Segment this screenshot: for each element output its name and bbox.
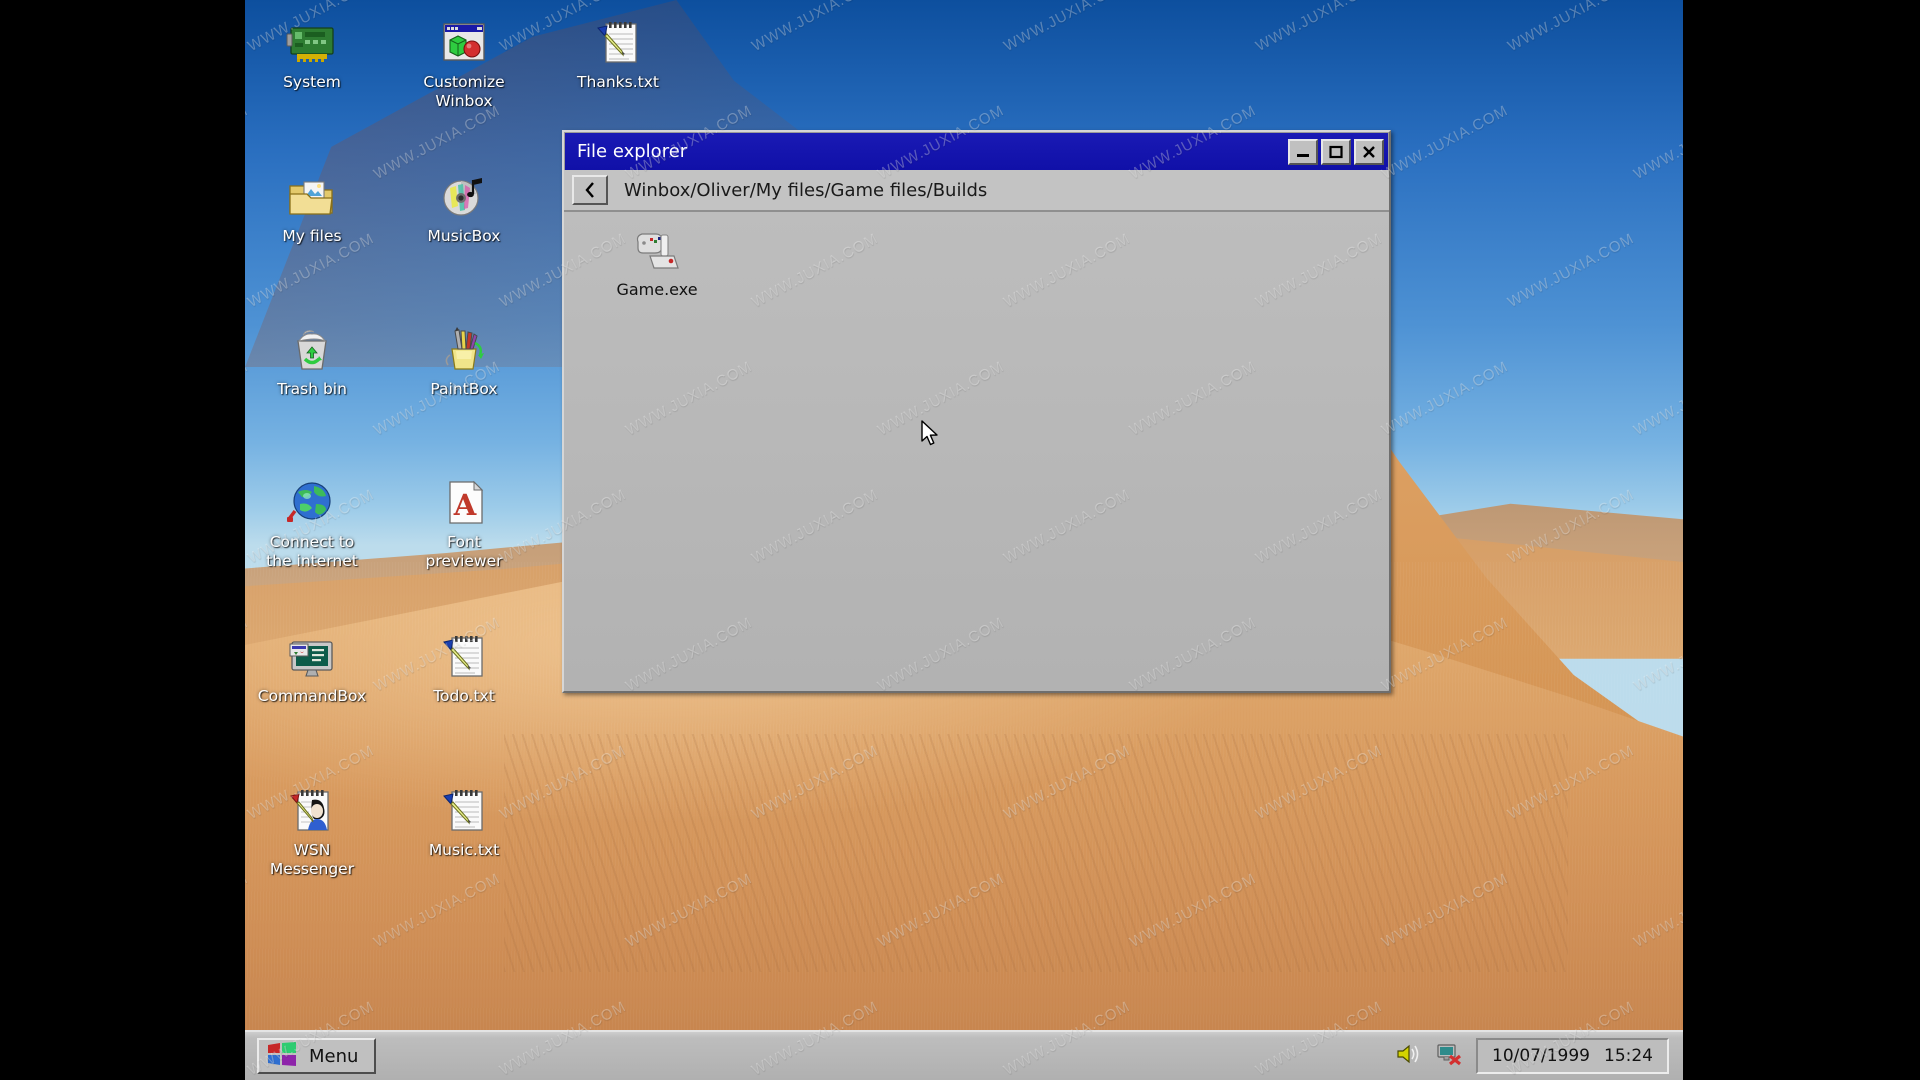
file-item-label: Game.exe [616, 280, 698, 299]
circuit-board-icon [286, 18, 338, 68]
notepad-pen-icon [438, 786, 490, 836]
desktop-icon-paintbox[interactable]: PaintBox [405, 325, 523, 399]
taskbar: Menu 10/07/1999 15:24 [245, 1030, 1683, 1080]
terminal-monitor-icon [286, 632, 338, 682]
file-explorer-window[interactable]: File explorer Winbox/Oliver/My files/Gam… [562, 130, 1391, 693]
file-explorer-content[interactable]: Game.exe [564, 212, 1389, 691]
recycle-bin-icon [286, 325, 338, 375]
paint-cup-icon [438, 325, 490, 375]
desktop-icon-trash-bin[interactable]: Trash bin [253, 325, 371, 399]
desktop-icon-musicbox[interactable]: MusicBox [405, 172, 523, 246]
start-menu-button[interactable]: Menu [257, 1038, 377, 1074]
desktop-icon-label: My files [282, 227, 342, 245]
globe-plug-icon [286, 478, 338, 528]
desktop-icon-label: CommandBox [257, 687, 367, 705]
back-button[interactable] [572, 175, 608, 205]
desktop-icon-label: MusicBox [427, 227, 501, 245]
file-explorer-toolbar: Winbox/Oliver/My files/Game files/Builds [564, 170, 1389, 212]
system-tray: 10/07/1999 15:24 [1396, 1038, 1683, 1074]
volume-icon[interactable] [1396, 1042, 1422, 1070]
notepad-pen-icon [592, 18, 644, 68]
file-item-game-exe[interactable]: Game.exe [602, 228, 712, 299]
desktop-icon-label: Customize Winbox [423, 73, 505, 110]
folder-photos-icon [286, 172, 338, 222]
svg-text:A: A [453, 488, 477, 522]
screen: System Customize Winbox Thanks.txt My fi… [0, 0, 1920, 1080]
start-menu-label: Menu [309, 1045, 359, 1067]
close-button[interactable] [1354, 138, 1384, 165]
desktop-icon-label: PaintBox [430, 380, 498, 398]
chevron-left-icon [585, 182, 594, 198]
desktop-icon-label: Todo.txt [433, 687, 495, 705]
desktop-icon-todo-txt[interactable]: Todo.txt [405, 632, 523, 706]
desktop-icon-my-files[interactable]: My files [253, 172, 371, 246]
desktop-icon-label: Thanks.txt [577, 73, 659, 91]
winbox-logo-icon [267, 1042, 297, 1070]
desktop-icon-music-txt[interactable]: Music.txt [405, 786, 523, 860]
gamepad-icon [632, 228, 682, 274]
font-a-page-icon: A [438, 478, 490, 528]
window-title: File explorer [577, 141, 688, 162]
desktop-icon-font-previewer[interactable]: A Font previewer [405, 478, 523, 571]
desktop-icon-wsn-messenger[interactable]: WSN Messenger [253, 786, 371, 879]
maximize-button[interactable] [1321, 138, 1351, 165]
desktop-icon-commandbox[interactable]: CommandBox [253, 632, 371, 706]
window-shapes-icon [438, 18, 490, 68]
path-breadcrumb[interactable]: Winbox/Oliver/My files/Game files/Builds [624, 180, 987, 201]
close-icon [1363, 145, 1375, 158]
messenger-person-icon [286, 786, 338, 836]
maximize-icon [1329, 145, 1343, 158]
notepad-pen-icon [438, 632, 490, 682]
desktop-icon-thanks-txt[interactable]: Thanks.txt [559, 18, 677, 92]
desktop-icon-customize-winbox[interactable]: Customize Winbox [405, 18, 523, 111]
minimize-icon [1297, 153, 1309, 157]
minimize-button[interactable] [1288, 138, 1318, 165]
clock-time: 15:24 [1604, 1046, 1653, 1066]
desktop-viewport: System Customize Winbox Thanks.txt My fi… [245, 0, 1683, 1080]
desktop-icon-label: Music.txt [428, 841, 500, 859]
desktop-icon-connect-to-the-internet[interactable]: Connect to the internet [253, 478, 371, 571]
desktop-icon-label: WSN Messenger [269, 841, 355, 878]
file-explorer-titlebar[interactable]: File explorer [564, 132, 1389, 170]
network-disconnected-icon[interactable] [1436, 1042, 1462, 1070]
cd-music-icon [438, 172, 490, 222]
taskbar-clock[interactable]: 10/07/1999 15:24 [1476, 1038, 1669, 1074]
desktop-icon-label: System [283, 73, 341, 91]
desktop-icon-label: Font previewer [425, 533, 503, 570]
clock-date: 10/07/1999 [1492, 1046, 1590, 1066]
desktop-icon-label: Connect to the internet [266, 533, 358, 570]
desktop-icon-system[interactable]: System [253, 18, 371, 92]
desktop-icon-label: Trash bin [277, 380, 347, 398]
